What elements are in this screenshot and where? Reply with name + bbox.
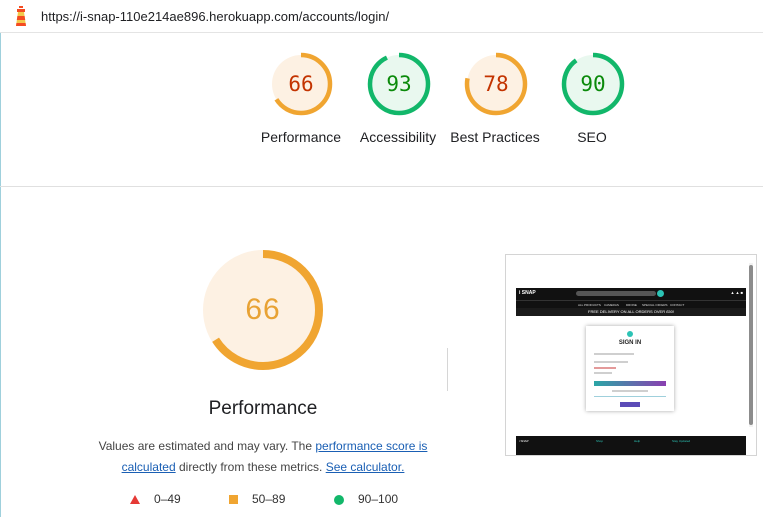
thumb-field <box>594 361 628 363</box>
best-practices-score: 78 <box>483 72 509 96</box>
legend-label: 90–100 <box>358 492 399 506</box>
legend-label: 50–89 <box>252 492 286 506</box>
seo-label[interactable]: SEO <box>542 128 642 146</box>
screenshot-content: i SNAP ▲ ▲ ■ ALL PRODUCTS CAMERAS DRONE … <box>516 288 746 455</box>
vertical-separator <box>447 348 448 391</box>
thumb-footer-logo: i SNAP <box>519 439 529 443</box>
page-url[interactable]: https://i-snap-110e214ae896.herokuapp.co… <box>41 9 389 24</box>
performance-label[interactable]: Performance <box>251 128 351 146</box>
thumb-scrollbar-handle[interactable] <box>749 265 753 425</box>
thumb-field <box>612 390 648 392</box>
seo-score: 90 <box>580 72 606 96</box>
thumb-logo: i SNAP <box>519 290 536 296</box>
thumb-menu-item: SPECIAL OFFERS <box>642 303 668 307</box>
thumb-menu-item: DRONE <box>626 303 637 307</box>
thumb-signin-button <box>594 381 666 386</box>
see-calculator-link[interactable]: See calculator. <box>326 460 405 474</box>
thumb-search-icon <box>657 290 664 297</box>
thumb-navbar: i SNAP ▲ ▲ ■ <box>516 288 746 300</box>
thumb-signup-button <box>620 402 640 407</box>
square-icon <box>229 495 238 505</box>
thumb-menu-item: CAMERAS <box>604 303 619 307</box>
thumb-scrollbar[interactable] <box>749 263 753 427</box>
performance-description: Values are estimated and may vary. The p… <box>90 436 436 478</box>
thumb-account-icons: ▲ ▲ ■ <box>730 290 743 295</box>
circle-icon <box>334 494 344 505</box>
legend-pass: 90–100 <box>334 492 398 506</box>
desc-text: Values are estimated and may vary. The <box>98 439 316 453</box>
thumb-footer: i SNAP Shop Help Stay Updated <box>516 436 746 455</box>
performance-score: 66 <box>288 72 314 96</box>
thumb-field <box>594 367 616 369</box>
desc-text-2: directly from these metrics. <box>175 460 326 474</box>
legend-average: 50–89 <box>229 492 285 506</box>
section-divider <box>0 186 763 187</box>
seo-gauge[interactable]: 90 <box>560 51 626 117</box>
triangle-icon <box>130 495 140 505</box>
accessibility-gauge[interactable]: 93 <box>366 51 432 117</box>
best-practices-label[interactable]: Best Practices <box>445 128 545 146</box>
performance-title: Performance <box>208 398 318 419</box>
legend-label: 0–49 <box>154 492 181 506</box>
legend-fail: 0–49 <box>130 492 181 506</box>
window-edge <box>0 0 1 517</box>
thumb-signin-title: SIGN IN <box>618 340 642 346</box>
thumb-user-icon <box>627 331 633 337</box>
thumb-field <box>594 372 612 374</box>
thumb-menu-item: CONTACT <box>670 303 685 307</box>
thumb-footer-col: Stay Updated <box>672 439 691 443</box>
thumb-footer-col: Help <box>634 439 641 443</box>
accessibility-label[interactable]: Accessibility <box>348 128 448 146</box>
best-practices-gauge[interactable]: 78 <box>463 51 529 117</box>
performance-gauge[interactable]: 66 <box>268 51 334 117</box>
thumb-footer-col: Shop <box>596 439 604 443</box>
url-bar: https://i-snap-110e214ae896.herokuapp.co… <box>0 0 763 33</box>
thumb-banner: FREE DELIVERY ON ALL ORDERS OVER £50! <box>516 308 746 316</box>
page-screenshot-thumbnail[interactable]: i SNAP ▲ ▲ ■ ALL PRODUCTS CAMERAS DRONE … <box>505 254 757 456</box>
thumb-search-bar <box>576 291 656 296</box>
thumb-signin-card: SIGN IN <box>586 326 674 411</box>
lighthouse-icon <box>16 6 26 26</box>
performance-score-large: 66 <box>245 293 281 326</box>
thumb-field <box>594 353 634 355</box>
thumb-field <box>594 396 666 397</box>
performance-gauge-large: 66 <box>202 249 324 371</box>
accessibility-score: 93 <box>386 72 412 96</box>
thumb-menu-item: ALL PRODUCTS <box>578 303 601 307</box>
